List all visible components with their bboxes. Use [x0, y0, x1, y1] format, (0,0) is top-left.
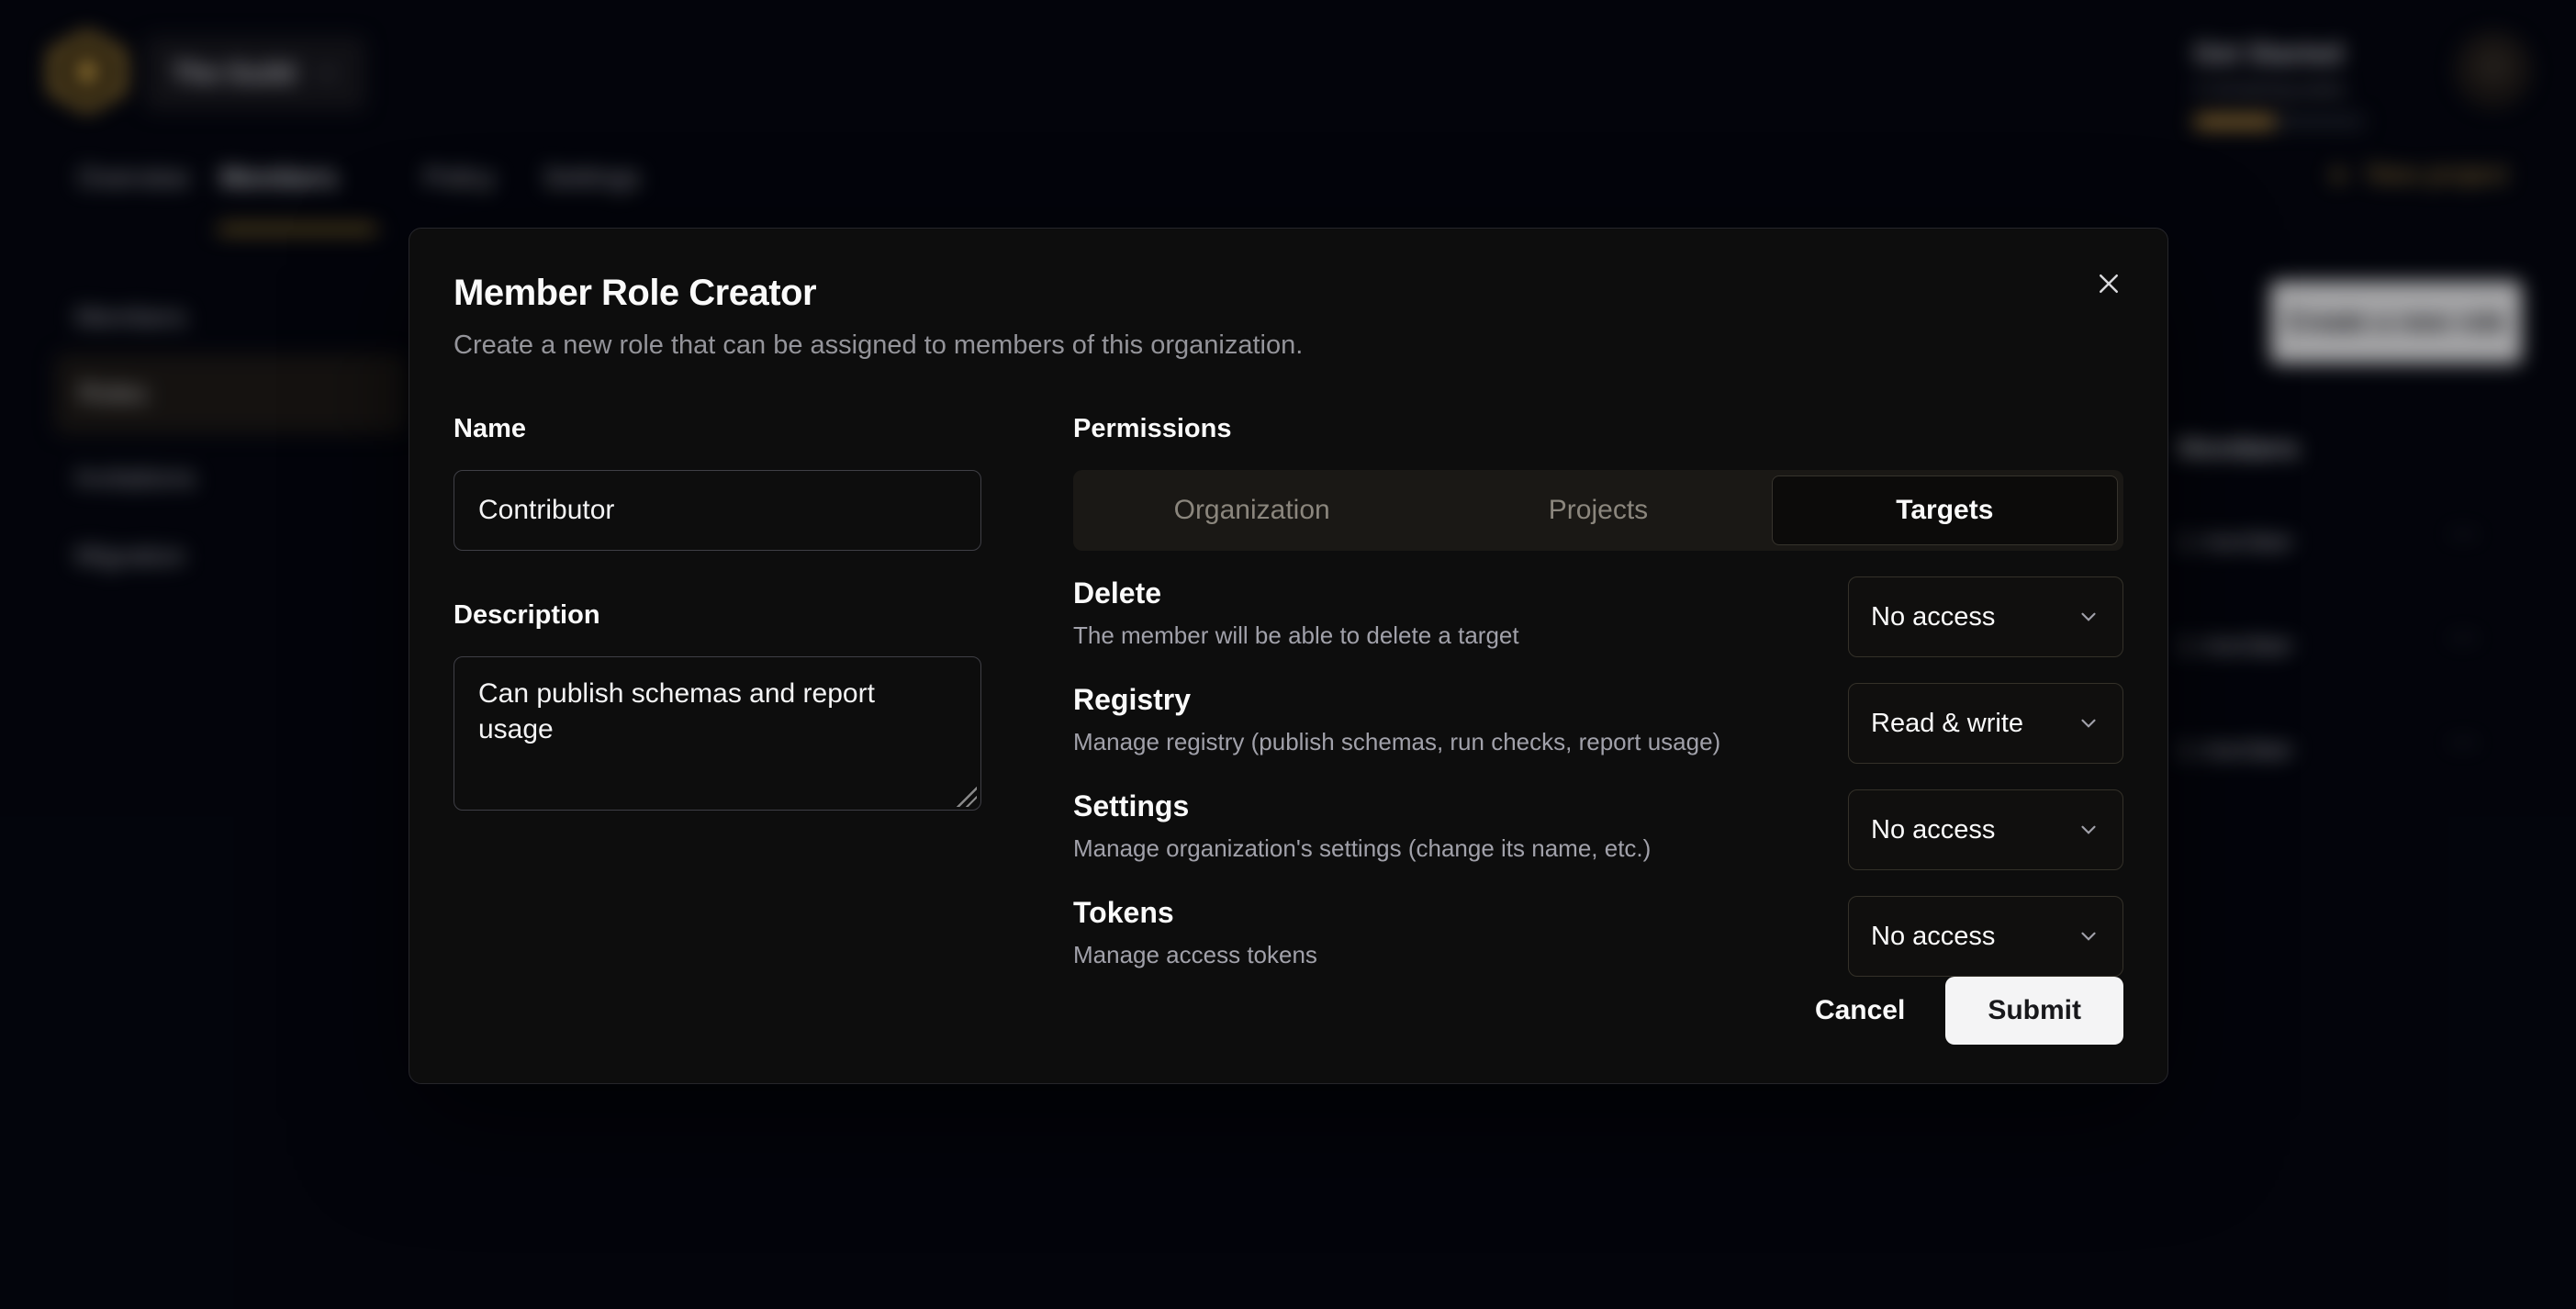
name-label: Name — [454, 414, 981, 444]
role-name-input[interactable] — [454, 470, 981, 551]
permission-description: Manage access tokens — [1073, 941, 1317, 969]
tab-organization[interactable]: Organization — [1079, 475, 1425, 545]
permission-row-registry: Registry Manage registry (publish schema… — [1073, 683, 2123, 764]
permissions-label: Permissions — [1073, 414, 2123, 444]
permission-description: Manage organization's settings (change i… — [1073, 834, 1651, 863]
settings-access-select[interactable]: No access — [1848, 789, 2123, 870]
role-fields-column: Name Description Can publish schemas and… — [454, 414, 981, 977]
tab-projects[interactable]: Projects — [1425, 475, 1771, 545]
tab-targets[interactable]: Targets — [1772, 475, 2118, 545]
tokens-access-select[interactable]: No access — [1848, 896, 2123, 977]
description-label: Description — [454, 600, 981, 631]
resize-handle[interactable] — [957, 787, 977, 807]
delete-access-select[interactable]: No access — [1848, 576, 2123, 657]
permission-row-settings: Settings Manage organization's settings … — [1073, 789, 2123, 870]
submit-button[interactable]: Submit — [1945, 977, 2123, 1045]
registry-access-select[interactable]: Read & write — [1848, 683, 2123, 764]
chevron-down-icon — [2077, 924, 2100, 948]
permission-title: Tokens — [1073, 896, 1317, 930]
permission-row-tokens: Tokens Manage access tokens No access — [1073, 896, 2123, 977]
permissions-column: Permissions Organization Projects Target… — [1073, 414, 2123, 977]
dialog-subtitle: Create a new role that can be assigned t… — [454, 330, 2123, 361]
permission-row-delete: Delete The member will be able to delete… — [1073, 576, 2123, 657]
permission-title: Settings — [1073, 789, 1651, 823]
close-icon — [2095, 270, 2122, 297]
permission-description: The member will be able to delete a targ… — [1073, 621, 1519, 650]
cancel-button[interactable]: Cancel — [1815, 995, 1905, 1026]
role-description-textarea[interactable]: Can publish schemas and report usage — [454, 656, 981, 811]
member-role-creator-dialog: Member Role Creator Create a new role th… — [409, 228, 2168, 1084]
dialog-title: Member Role Creator — [454, 273, 2123, 314]
chevron-down-icon — [2077, 818, 2100, 842]
permissions-tabs: Organization Projects Targets — [1073, 470, 2123, 551]
permission-title: Delete — [1073, 576, 1519, 610]
close-button[interactable] — [2087, 262, 2131, 306]
chevron-down-icon — [2077, 605, 2100, 629]
permission-title: Registry — [1073, 683, 1720, 717]
dialog-footer: Cancel Submit — [454, 977, 2123, 1045]
chevron-down-icon — [2077, 711, 2100, 735]
description-wrap: Can publish schemas and report usage — [454, 656, 981, 815]
permission-description: Manage registry (publish schemas, run ch… — [1073, 728, 1720, 756]
